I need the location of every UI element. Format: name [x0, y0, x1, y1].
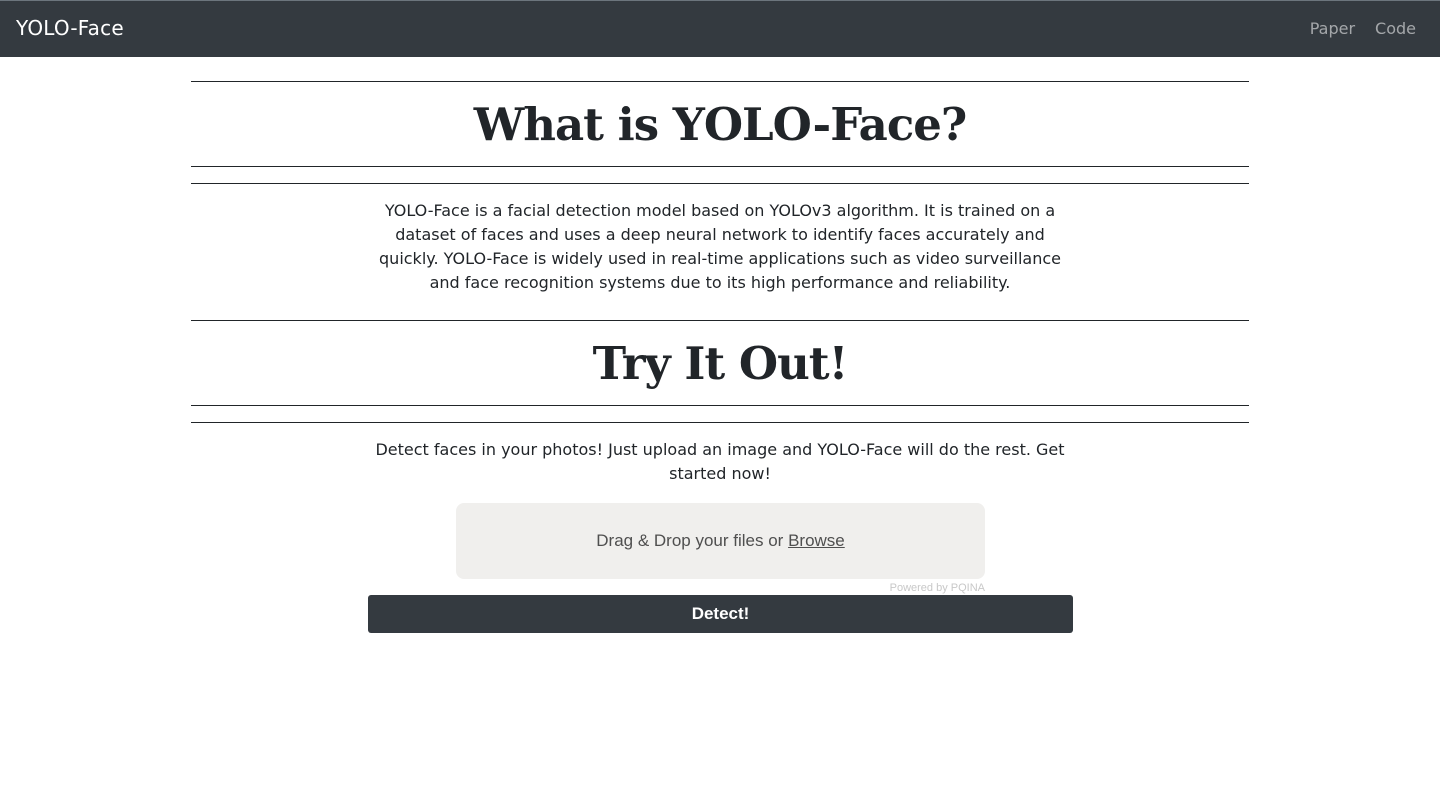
nav-link-paper[interactable]: Paper	[1310, 19, 1355, 38]
file-dropzone[interactable]: Drag & Drop your files or Browse	[456, 503, 985, 579]
about-heading: What is YOLO-Face?	[473, 98, 968, 151]
nav-link-code[interactable]: Code	[1375, 19, 1416, 38]
detect-button[interactable]: Detect!	[368, 595, 1073, 633]
divider	[191, 405, 1249, 406]
divider	[191, 422, 1249, 423]
brand-logo[interactable]: YOLO-Face	[16, 16, 124, 40]
about-description: YOLO-Face is a facial detection model ba…	[379, 201, 1061, 292]
browse-link[interactable]: Browse	[788, 531, 845, 550]
navbar: YOLO-Face Paper Code	[0, 0, 1440, 57]
try-heading: Try It Out!	[592, 337, 849, 390]
divider	[191, 81, 1249, 82]
powered-by-credit[interactable]: Powered by PQINA	[860, 582, 985, 594]
divider	[191, 166, 1249, 167]
try-description: Detect faces in your photos! Just upload…	[375, 440, 1065, 483]
divider	[191, 183, 1249, 184]
dropzone-label: Drag & Drop your files or Browse	[596, 531, 845, 551]
dropzone-prompt: Drag & Drop your files or	[596, 531, 784, 550]
divider	[191, 320, 1249, 321]
nav-links: Paper Code	[1310, 19, 1416, 38]
